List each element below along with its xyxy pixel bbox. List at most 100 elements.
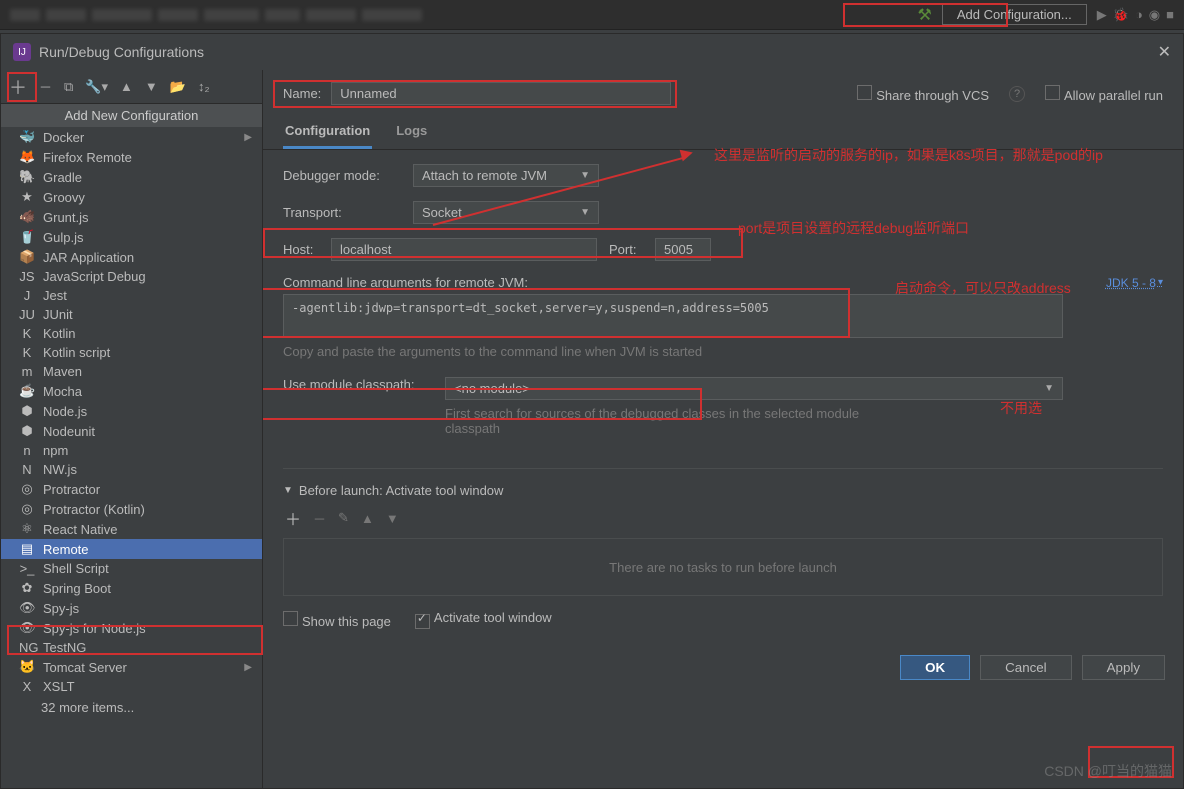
transport-label: Transport: <box>283 205 401 220</box>
sidebar-item-jest[interactable]: JJest <box>1 286 262 305</box>
annotation-cmd: 启动命令，可以只改address <box>895 278 1071 298</box>
sidebar-item-spring-boot[interactable]: ✿Spring Boot <box>1 578 262 598</box>
activate-tool-window-checkbox[interactable]: Activate tool window <box>415 610 552 629</box>
sidebar-item-label: Kotlin <box>43 326 76 341</box>
sidebar-item-nodeunit[interactable]: ⬢Nodeunit <box>1 421 262 441</box>
chevron-down-icon: ▼ <box>580 207 590 218</box>
sidebar-item-label: NW.js <box>43 462 77 477</box>
sidebar-item-label: Spring Boot <box>43 581 111 596</box>
type-icon: K <box>19 326 35 341</box>
profiler-icon[interactable]: ◉ <box>1149 7 1160 23</box>
sidebar-item-jar-application[interactable]: 📦 JAR Application <box>1 247 262 267</box>
add-task-icon[interactable]: ＋ <box>285 506 301 530</box>
dialog-footer: OK Cancel Apply <box>263 643 1183 692</box>
sidebar-item-gradle[interactable]: 🐘Gradle <box>1 167 262 187</box>
remove-icon[interactable]: － <box>39 77 52 96</box>
type-icon: ⚛ <box>19 521 35 537</box>
highlight-classpath <box>263 388 702 420</box>
sidebar-item-label: React Native <box>43 522 117 537</box>
cancel-button[interactable]: Cancel <box>980 655 1072 680</box>
copy-icon[interactable]: ⧉ <box>64 79 73 95</box>
sidebar-item-kotlin-script[interactable]: KKotlin script <box>1 343 262 362</box>
debugger-mode-dropdown[interactable]: Attach to remote JVM▼ <box>413 164 599 187</box>
sidebar-item-mocha[interactable]: ☕Mocha <box>1 381 262 401</box>
sidebar-item-nw-js[interactable]: N NW.js <box>1 460 262 479</box>
remove-task-icon[interactable]: － <box>313 509 326 528</box>
tab-configuration[interactable]: Configuration <box>283 115 372 149</box>
sidebar-item-label: Node.js <box>43 404 87 419</box>
jdk-version-link[interactable]: JDK 5 - 8 ▾ <box>1106 276 1163 290</box>
down-icon[interactable]: ▼ <box>145 79 158 94</box>
up-task-icon[interactable]: ▲ <box>361 511 374 526</box>
config-type-list[interactable]: 🐳Docker▶🦊Firefox Remote🐘Gradle★Groovy🐗Gr… <box>1 127 262 788</box>
chevron-right-icon: ▶ <box>244 662 252 673</box>
sidebar-item-react-native[interactable]: ⚛ React Native <box>1 519 262 539</box>
edit-task-icon[interactable]: ✎ <box>338 510 349 526</box>
show-this-page-checkbox[interactable]: Show this page <box>283 611 391 629</box>
sidebar-item-shell-script[interactable]: >_ Shell Script <box>1 559 262 578</box>
run-icon[interactable]: ▶ <box>1097 7 1107 23</box>
sidebar-item-spy-js[interactable]: 👁Spy-js <box>1 598 262 618</box>
sidebar-item-xslt[interactable]: XXSLT <box>1 677 262 696</box>
allow-parallel-checkbox[interactable]: Allow parallel run <box>1045 85 1163 103</box>
blurred-breadcrumb <box>10 9 908 21</box>
sidebar-item-protractor[interactable]: ◎Protractor <box>1 479 262 499</box>
sidebar-item-gulp-js[interactable]: 🥤Gulp.js <box>1 227 262 247</box>
sidebar-item-label: Protractor <box>43 482 100 497</box>
help-icon[interactable]: ? <box>1009 86 1025 102</box>
share-vcs-checkbox[interactable]: Share through VCS <box>857 85 989 103</box>
cmdline-hint: Copy and paste the arguments to the comm… <box>283 344 1163 359</box>
sidebar-item-protractor-kotlin-[interactable]: ◎Protractor (Kotlin) <box>1 499 262 519</box>
highlight-remote <box>7 625 263 655</box>
type-icon: N <box>19 462 35 477</box>
sidebar-item-firefox-remote[interactable]: 🦊Firefox Remote <box>1 147 262 167</box>
sidebar-item-label: JAR Application <box>43 250 134 265</box>
sidebar-item-tomcat-server[interactable]: 🐱Tomcat Server▶ <box>1 657 262 677</box>
type-icon: 🐗 <box>19 209 35 225</box>
sidebar-item-junit[interactable]: JUJUnit <box>1 305 262 324</box>
sidebar-item-label: Kotlin script <box>43 345 110 360</box>
sidebar-item-npm[interactable]: nnpm <box>1 441 262 460</box>
sidebar-item-label: Protractor (Kotlin) <box>43 502 145 517</box>
up-icon[interactable]: ▲ <box>120 79 133 94</box>
type-icon: 🐳 <box>19 129 35 145</box>
highlight-name <box>273 80 677 108</box>
sidebar-item-groovy[interactable]: ★Groovy <box>1 187 262 207</box>
type-icon: >_ <box>19 561 35 576</box>
before-launch-toolbar: ＋ － ✎ ▲ ▼ <box>283 498 1163 538</box>
sort-icon[interactable]: ↕₂ <box>198 79 210 94</box>
sidebar-item-remote[interactable]: ▤Remote <box>1 539 262 559</box>
type-icon: 🐘 <box>19 169 35 185</box>
dialog-title: Run/Debug Configurations <box>39 44 204 60</box>
sidebar-item-javascript-debug[interactable]: JSJavaScript Debug <box>1 267 262 286</box>
folder-icon[interactable]: 📂 <box>170 79 186 95</box>
apply-button[interactable]: Apply <box>1082 655 1165 680</box>
ok-button[interactable]: OK <box>900 655 970 680</box>
type-icon: ▤ <box>19 541 35 557</box>
sidebar-item-docker[interactable]: 🐳Docker▶ <box>1 127 262 147</box>
down-task-icon[interactable]: ▼ <box>386 511 399 526</box>
type-icon: 📦 <box>19 249 35 265</box>
close-icon[interactable]: ✕ <box>1158 42 1171 62</box>
sidebar-more-items[interactable]: 32 more items... <box>1 696 262 719</box>
collapse-icon[interactable]: ▼ <box>283 485 293 496</box>
wrench-icon[interactable]: 🔧▾ <box>85 79 108 95</box>
sidebar-item-maven[interactable]: mMaven <box>1 362 262 381</box>
type-icon: 🦊 <box>19 149 35 165</box>
sidebar-item-grunt-js[interactable]: 🐗Grunt.js <box>1 207 262 227</box>
sidebar-item-kotlin[interactable]: K Kotlin <box>1 324 262 343</box>
type-icon: ★ <box>19 189 35 205</box>
sidebar-item-node-js[interactable]: ⬢Node.js <box>1 401 262 421</box>
tab-logs[interactable]: Logs <box>394 115 429 149</box>
bug-icon[interactable]: 🐞 <box>1113 7 1129 23</box>
sidebar-item-label: Shell Script <box>43 561 109 576</box>
before-launch-tasks: There are no tasks to run before launch <box>283 538 1163 596</box>
configuration-form: Debugger mode: Attach to remote JVM▼ Tra… <box>263 150 1183 643</box>
sidebar-item-label: Spy-js <box>43 601 79 616</box>
sidebar-item-label: Nodeunit <box>43 424 95 439</box>
coverage-icon[interactable]: ◑ <box>1135 7 1143 23</box>
stop-icon[interactable]: ■ <box>1166 7 1174 23</box>
type-icon: ☕ <box>19 383 35 399</box>
popup-title: Add New Configuration <box>1 104 262 127</box>
sidebar-item-label: JUnit <box>43 307 73 322</box>
